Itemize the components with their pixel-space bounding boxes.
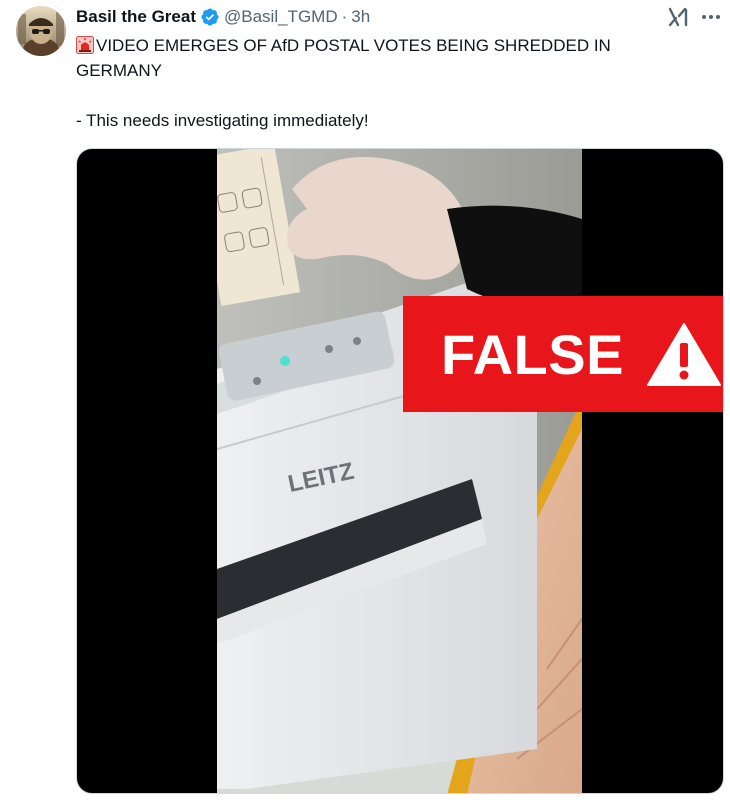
avatar[interactable] [16,6,66,56]
tweet-text-line-1: VIDEO EMERGES OF AfD POSTAL VOTES BEING … [76,33,696,58]
warning-icon [646,321,722,387]
police-car-light-icon [76,36,94,54]
grok-icon[interactable] [668,6,690,28]
display-name[interactable]: Basil the Great [76,7,196,27]
tweet-headline: VIDEO EMERGES OF AfD POSTAL VOTES BEING … [96,36,611,55]
tweet-text-line-2: GERMANY [76,61,162,80]
false-label-text: FALSE [441,322,624,386]
separator-dot: · [341,7,348,26]
tweet-text-line-3: - This needs investigating immediately! [76,111,369,130]
timestamp[interactable]: 3h [351,7,370,27]
verified-badge-icon [200,7,220,27]
media-video[interactable]: LEITZ FALSE [76,148,724,794]
more-options-icon[interactable] [700,6,722,28]
tweet-text: VIDEO EMERGES OF AfD POSTAL VOTES BEING … [76,33,696,133]
author-handle[interactable]: @Basil_TGMD [224,7,338,27]
video-frame: LEITZ [217,149,582,793]
tweet-header: Basil the Great @Basil_TGMD · 3h [76,6,370,28]
avatar-image [16,6,66,56]
false-label-overlay: FALSE [403,296,723,412]
tweet: Basil the Great @Basil_TGMD · 3h VIDEO E… [0,0,730,800]
